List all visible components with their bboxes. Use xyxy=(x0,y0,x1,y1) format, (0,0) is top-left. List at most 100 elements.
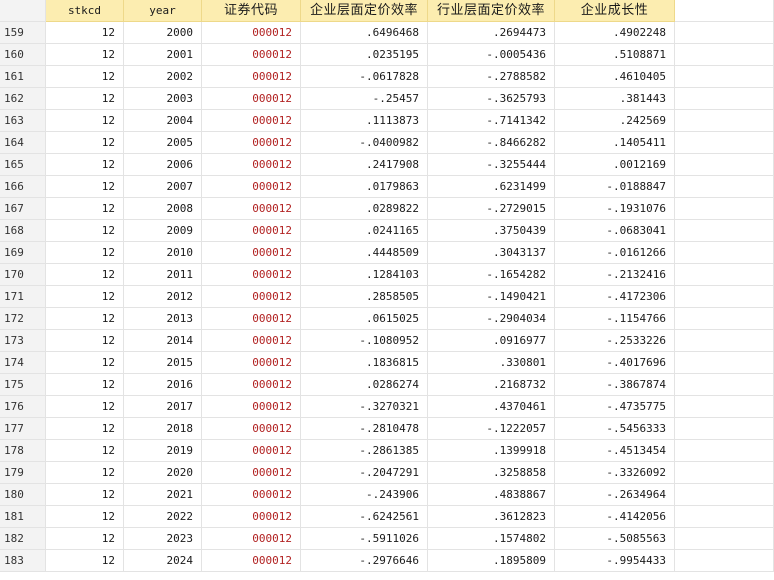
table-row[interactable]: 173 12 2014 000012 -.1080952.0916977 -.253322… xyxy=(0,330,774,352)
security-code-cell[interactable]: 000012 xyxy=(202,176,301,198)
firm-pricing-efficiency-cell[interactable]: .0241165 xyxy=(301,220,428,242)
year-cell[interactable]: 2022 xyxy=(124,506,202,528)
year-cell[interactable]: 2009 xyxy=(124,220,202,242)
row-number[interactable]: 179 xyxy=(0,462,46,484)
firm-pricing-efficiency-cell[interactable]: -.3270321 xyxy=(301,396,428,418)
firm-growth-cell[interactable]: -.9954433 xyxy=(555,550,675,572)
industry-pricing-efficiency-cell[interactable]: .1895809 xyxy=(428,550,555,572)
security-code-cell[interactable]: 000012 xyxy=(202,22,301,44)
security-code-cell[interactable]: 000012 xyxy=(202,418,301,440)
row-number[interactable]: 165 xyxy=(0,154,46,176)
table-row[interactable]: 159 12 2000 000012.6496468.2694473.4902248 xyxy=(0,22,774,44)
firm-growth-cell[interactable]: -.4142056 xyxy=(555,506,675,528)
stkcd-cell[interactable]: 12 xyxy=(46,506,124,528)
year-cell[interactable]: 2000 xyxy=(124,22,202,44)
security-code-cell[interactable]: 000012 xyxy=(202,396,301,418)
table-row[interactable]: 163 12 2004 000012.1113873 -.7141342.242569 xyxy=(0,110,774,132)
firm-pricing-efficiency-cell[interactable]: .0289822 xyxy=(301,198,428,220)
industry-pricing-efficiency-cell[interactable]: .4370461 xyxy=(428,396,555,418)
column-header-stkcd[interactable]: stkcd xyxy=(46,0,124,22)
firm-pricing-efficiency-cell[interactable]: .1836815 xyxy=(301,352,428,374)
industry-pricing-efficiency-cell[interactable]: .2168732 xyxy=(428,374,555,396)
firm-pricing-efficiency-cell[interactable]: .0615025 xyxy=(301,308,428,330)
firm-pricing-efficiency-cell[interactable]: .0235195 xyxy=(301,44,428,66)
firm-growth-cell[interactable]: -.3326092 xyxy=(555,462,675,484)
industry-pricing-efficiency-cell[interactable]: -.8466282 xyxy=(428,132,555,154)
table-row[interactable]: 169 12 2010 000012.4448509.3043137 -.0161266 xyxy=(0,242,774,264)
firm-growth-cell[interactable]: -.0683041 xyxy=(555,220,675,242)
table-row[interactable]: 175 12 2016 000012.0286274.2168732 -.3867874 xyxy=(0,374,774,396)
year-cell[interactable]: 2023 xyxy=(124,528,202,550)
firm-pricing-efficiency-cell[interactable]: .1113873 xyxy=(301,110,428,132)
industry-pricing-efficiency-cell[interactable]: -.3625793 xyxy=(428,88,555,110)
stkcd-cell[interactable]: 12 xyxy=(46,22,124,44)
year-cell[interactable]: 2006 xyxy=(124,154,202,176)
table-row[interactable]: 170 12 2011 000012.1284103 -.1654282 -.213241… xyxy=(0,264,774,286)
row-number[interactable]: 171 xyxy=(0,286,46,308)
row-number[interactable]: 164 xyxy=(0,132,46,154)
row-number[interactable]: 161 xyxy=(0,66,46,88)
stkcd-cell[interactable]: 12 xyxy=(46,264,124,286)
row-number[interactable]: 181 xyxy=(0,506,46,528)
year-cell[interactable]: 2004 xyxy=(124,110,202,132)
firm-pricing-efficiency-cell[interactable]: .2417908 xyxy=(301,154,428,176)
year-cell[interactable]: 2017 xyxy=(124,396,202,418)
year-cell[interactable]: 2019 xyxy=(124,440,202,462)
column-header-firm-pricing-efficiency[interactable]: 企业层面定价效率 xyxy=(301,0,428,22)
table-row[interactable]: 181 12 2022 000012 -.6242561.3612823 -.414205… xyxy=(0,506,774,528)
table-row[interactable]: 168 12 2009 000012.0241165.3750439 -.0683041 xyxy=(0,220,774,242)
security-code-cell[interactable]: 000012 xyxy=(202,550,301,572)
firm-pricing-efficiency-cell[interactable]: -.5911026 xyxy=(301,528,428,550)
security-code-cell[interactable]: 000012 xyxy=(202,330,301,352)
stkcd-cell[interactable]: 12 xyxy=(46,484,124,506)
row-number[interactable]: 180 xyxy=(0,484,46,506)
industry-pricing-efficiency-cell[interactable]: -.2729015 xyxy=(428,198,555,220)
firm-growth-cell[interactable]: -.2132416 xyxy=(555,264,675,286)
stkcd-cell[interactable]: 12 xyxy=(46,528,124,550)
firm-pricing-efficiency-cell[interactable]: -.2810478 xyxy=(301,418,428,440)
firm-growth-cell[interactable]: .0012169 xyxy=(555,154,675,176)
firm-pricing-efficiency-cell[interactable]: .0179863 xyxy=(301,176,428,198)
row-number[interactable]: 177 xyxy=(0,418,46,440)
firm-growth-cell[interactable]: -.5085563 xyxy=(555,528,675,550)
firm-pricing-efficiency-cell[interactable]: -.1080952 xyxy=(301,330,428,352)
industry-pricing-efficiency-cell[interactable]: -.7141342 xyxy=(428,110,555,132)
column-header-firm-growth[interactable]: 企业成长性 xyxy=(555,0,675,22)
row-number[interactable]: 176 xyxy=(0,396,46,418)
row-number[interactable]: 174 xyxy=(0,352,46,374)
firm-growth-cell[interactable]: .381443 xyxy=(555,88,675,110)
firm-pricing-efficiency-cell[interactable]: -.0400982 xyxy=(301,132,428,154)
firm-growth-cell[interactable]: .4902248 xyxy=(555,22,675,44)
table-row[interactable]: 171 12 2012 000012.2858505 -.1490421 -.417230… xyxy=(0,286,774,308)
firm-pricing-efficiency-cell[interactable]: .0286274 xyxy=(301,374,428,396)
year-cell[interactable]: 2008 xyxy=(124,198,202,220)
industry-pricing-efficiency-cell[interactable]: -.1490421 xyxy=(428,286,555,308)
security-code-cell[interactable]: 000012 xyxy=(202,110,301,132)
table-row[interactable]: 179 12 2020 000012 -.2047291.3258858 -.332609… xyxy=(0,462,774,484)
industry-pricing-efficiency-cell[interactable]: .330801 xyxy=(428,352,555,374)
industry-pricing-efficiency-cell[interactable]: -.3255444 xyxy=(428,154,555,176)
stkcd-cell[interactable]: 12 xyxy=(46,330,124,352)
security-code-cell[interactable]: 000012 xyxy=(202,528,301,550)
stkcd-cell[interactable]: 12 xyxy=(46,110,124,132)
corner-cell[interactable] xyxy=(0,0,46,22)
year-cell[interactable]: 2010 xyxy=(124,242,202,264)
stkcd-cell[interactable]: 12 xyxy=(46,154,124,176)
firm-growth-cell[interactable]: -.0161266 xyxy=(555,242,675,264)
row-number[interactable]: 163 xyxy=(0,110,46,132)
firm-growth-cell[interactable]: -.3867874 xyxy=(555,374,675,396)
stkcd-cell[interactable]: 12 xyxy=(46,220,124,242)
year-cell[interactable]: 2007 xyxy=(124,176,202,198)
firm-growth-cell[interactable]: -.1931076 xyxy=(555,198,675,220)
security-code-cell[interactable]: 000012 xyxy=(202,374,301,396)
firm-growth-cell[interactable]: -.2533226 xyxy=(555,330,675,352)
security-code-cell[interactable]: 000012 xyxy=(202,484,301,506)
stkcd-cell[interactable]: 12 xyxy=(46,440,124,462)
year-cell[interactable]: 2003 xyxy=(124,88,202,110)
table-row[interactable]: 166 12 2007 000012.0179863.6231499 -.0188847 xyxy=(0,176,774,198)
stkcd-cell[interactable]: 12 xyxy=(46,418,124,440)
stkcd-cell[interactable]: 12 xyxy=(46,396,124,418)
stkcd-cell[interactable]: 12 xyxy=(46,44,124,66)
row-number[interactable]: 167 xyxy=(0,198,46,220)
industry-pricing-efficiency-cell[interactable]: .1574802 xyxy=(428,528,555,550)
